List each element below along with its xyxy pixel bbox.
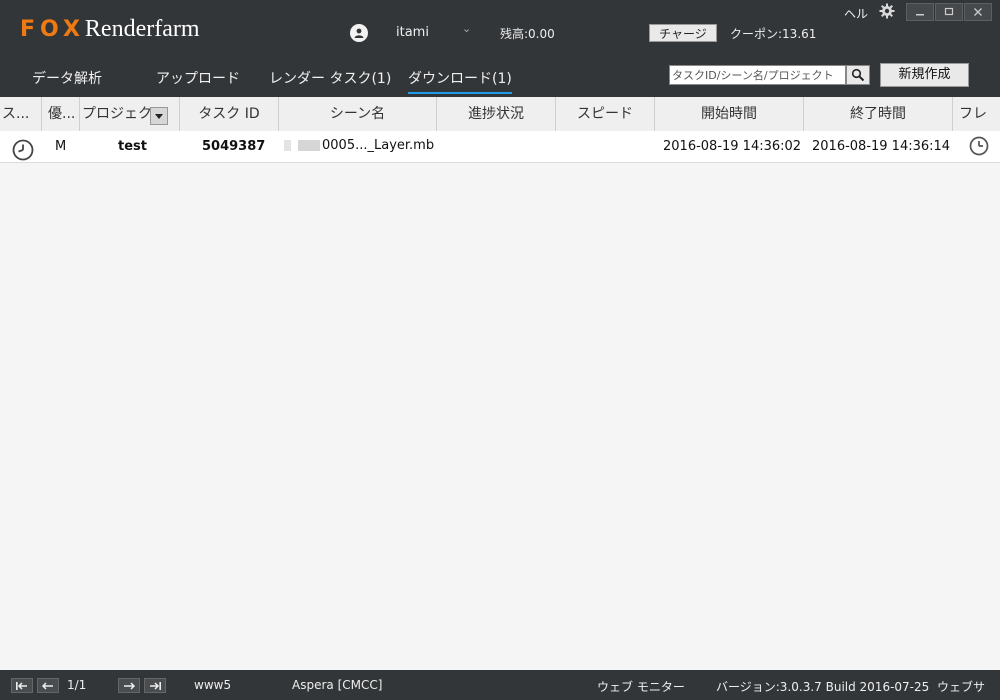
title-bar: FOXRenderfarm itami ⌄ 残高:0.00 チャージ クーポン:… [0, 0, 1000, 97]
web-monitor-link[interactable]: ウェブ モニター [597, 678, 685, 695]
arrow-left-icon [42, 682, 53, 690]
logo-renderfarm: Renderfarm [84, 16, 200, 42]
column-header-end-time[interactable]: 終了時間 [804, 97, 953, 131]
tab-render-tasks[interactable]: レンダー タスク(1) [269, 68, 391, 88]
project-filter-dropdown[interactable] [150, 107, 168, 125]
maximize-button[interactable] [935, 3, 963, 21]
column-header-speed[interactable]: スピード [556, 97, 655, 131]
search-icon [851, 68, 865, 82]
app-window: FOXRenderfarm itami ⌄ 残高:0.00 チャージ クーポン:… [0, 0, 1000, 700]
end-time-cell: 2016-08-19 14:36:14 [812, 139, 951, 154]
arrow-right-icon [124, 682, 135, 690]
page-indicator: 1/1 [67, 678, 87, 692]
user-avatar-icon[interactable] [350, 24, 368, 42]
column-header-scene[interactable]: シーン名 [279, 97, 437, 131]
column-header-priority[interactable]: 優... [42, 97, 80, 131]
priority-cell: M [55, 139, 67, 154]
column-header-start-time[interactable]: 開始時間 [655, 97, 804, 131]
clock-icon [969, 136, 989, 156]
column-header-task-id[interactable]: タスク ID [180, 97, 279, 131]
chevron-down-icon [155, 114, 163, 119]
close-button[interactable] [964, 3, 992, 21]
username[interactable]: itami [396, 25, 429, 40]
redacted-scene-prefix [298, 140, 320, 151]
column-header-progress[interactable]: 進捗状況 [437, 97, 556, 131]
column-header-status[interactable]: ス... [0, 97, 42, 131]
start-time-cell: 2016-08-19 14:36:02 [663, 139, 802, 154]
clock-icon [12, 139, 34, 161]
tab-data-analysis[interactable]: データ解析 [32, 68, 102, 88]
version-text: バージョン:3.0.3.7 Build 2016-07-25 [716, 680, 930, 694]
chevron-down-icon[interactable]: ⌄ [462, 22, 471, 35]
gear-icon[interactable] [879, 3, 895, 19]
first-page-button[interactable] [11, 678, 33, 693]
app-logo: FOXRenderfarm [20, 16, 200, 43]
search-input[interactable] [669, 65, 846, 85]
server-name: www5 [194, 678, 232, 692]
redacted-scene-prefix [284, 140, 291, 151]
logo-fox: FOX [20, 17, 85, 42]
status-bar: 1/1 www5 Aspera [CMCC] ウェブ モニター バージョン:3.… [0, 670, 1000, 700]
scene-cell: 0005..._Layer.mb [322, 138, 435, 153]
transfer-mode: Aspera [CMCC] [292, 678, 383, 692]
table-row[interactable]: M test 5049387 0005..._Layer.mb 2016-08-… [0, 131, 1000, 163]
minimize-button[interactable] [906, 3, 934, 21]
balance-text: 残高:0.00 [500, 27, 555, 41]
tab-upload[interactable]: アップロード [156, 68, 240, 88]
last-page-icon [150, 682, 161, 690]
last-page-button[interactable] [144, 678, 166, 693]
charge-button[interactable]: チャージ [649, 24, 717, 42]
column-header-frame[interactable]: フレ [953, 97, 1000, 131]
table-body-empty-area [0, 163, 1000, 670]
task-id-cell: 5049387 [202, 139, 266, 154]
website-link[interactable]: ウェブサ [937, 678, 985, 695]
previous-page-button[interactable] [37, 678, 59, 693]
help-link[interactable]: ヘル [844, 5, 868, 22]
tab-download[interactable]: ダウンロード(1) [408, 68, 512, 94]
search-button[interactable] [846, 65, 870, 85]
project-cell: test [118, 139, 147, 154]
coupon-text: クーポン:13.61 [730, 27, 817, 41]
new-task-button[interactable]: 新規作成 [880, 63, 969, 87]
next-page-button[interactable] [118, 678, 140, 693]
first-page-icon [16, 682, 27, 690]
